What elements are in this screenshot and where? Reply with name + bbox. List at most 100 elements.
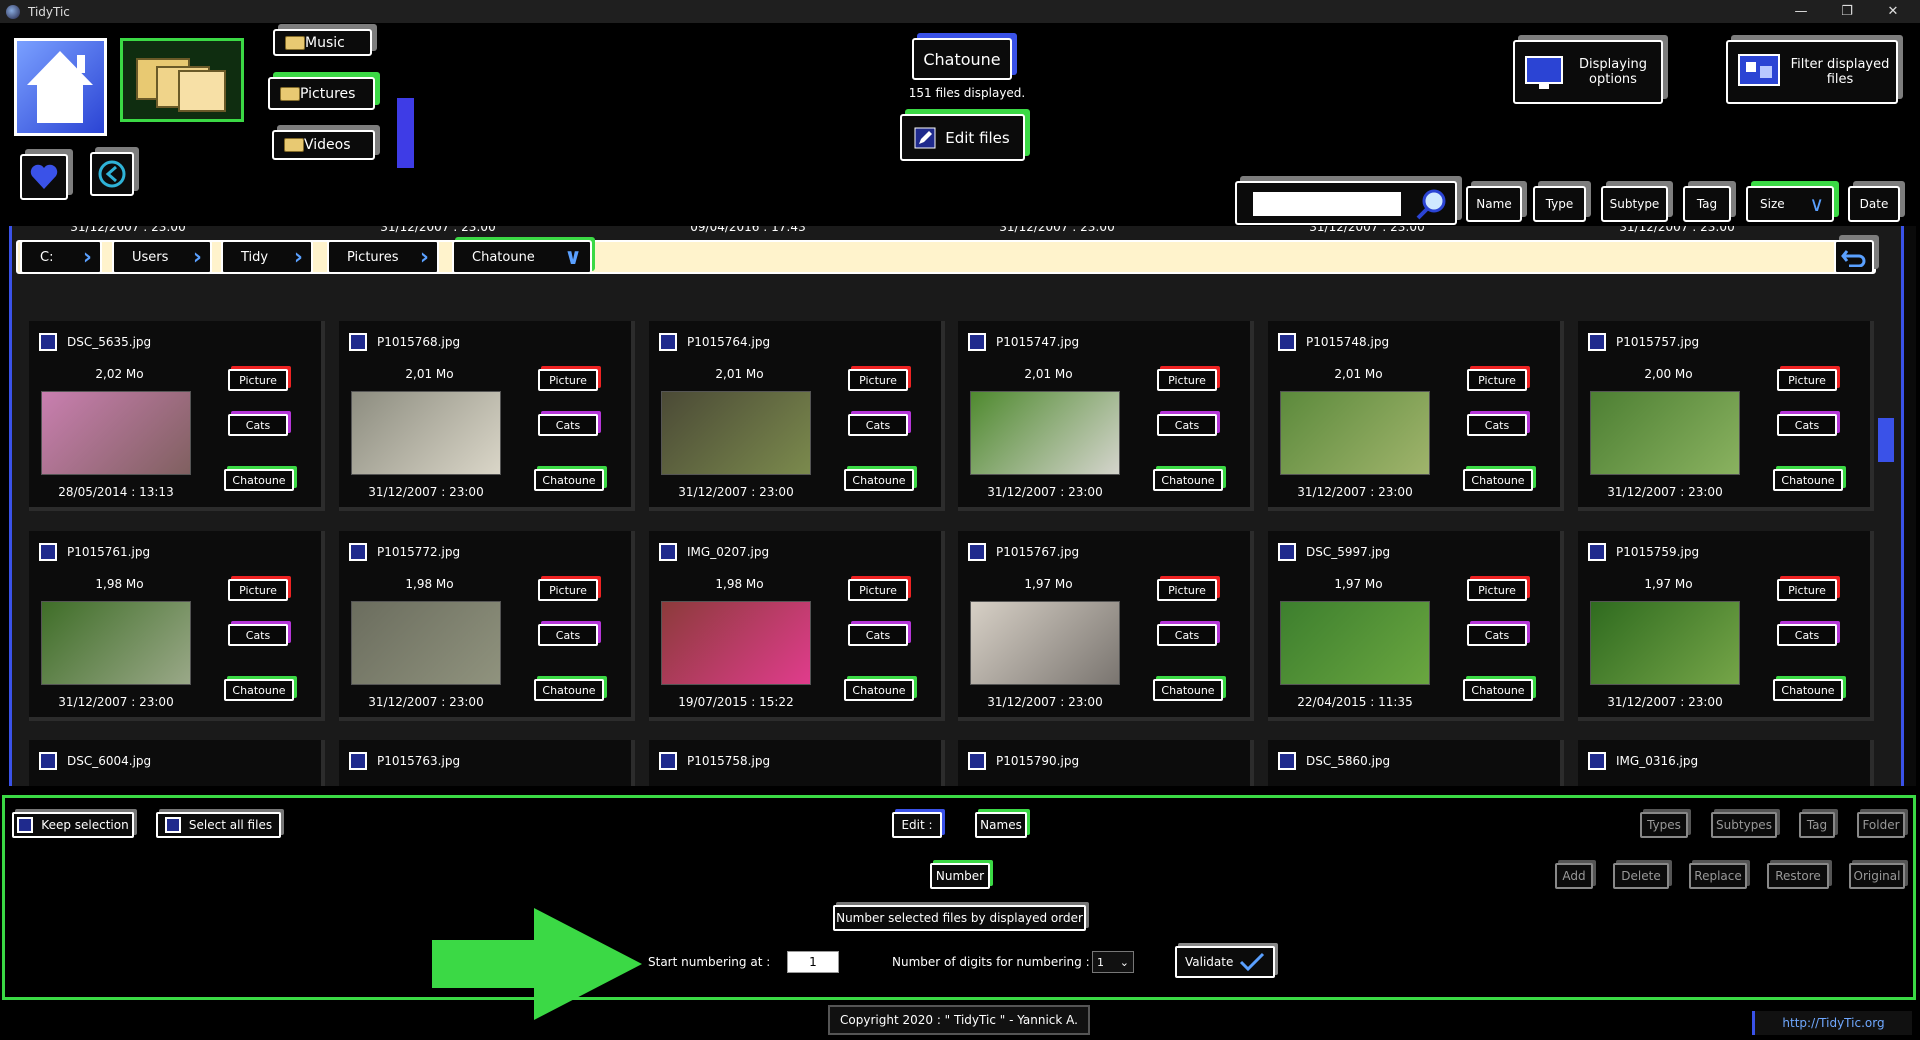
file-tile[interactable]: IMG_0207.jpg 1,98 Mo 19/07/2015 : 15:22 Pic…: [649, 531, 945, 721]
breadcrumb-item[interactable]: Chatoune ∨: [452, 240, 592, 274]
breadcrumb-item[interactable]: Tidy ›: [221, 240, 313, 274]
restore-button[interactable]: Restore: [1767, 863, 1829, 889]
file-subtype-tag[interactable]: Cats: [228, 624, 288, 646]
breadcrumb-item[interactable]: Pictures ›: [327, 240, 439, 274]
nav-music-button[interactable]: Music: [273, 29, 372, 56]
file-tile[interactable]: P1015748.jpg 2,01 Mo 31/12/2007 : 23:00 Pic…: [1268, 321, 1564, 511]
file-tile[interactable]: P1015761.jpg 1,98 Mo 31/12/2007 : 23:00 Pic…: [29, 531, 325, 721]
file-tag[interactable]: Chatoune: [1463, 679, 1533, 701]
file-tile[interactable]: P1015758.jpg: [649, 740, 945, 786]
maximize-button[interactable]: ❐: [1824, 0, 1870, 23]
original-button[interactable]: Original: [1849, 863, 1905, 889]
file-subtype-tag[interactable]: Cats: [1777, 624, 1837, 646]
back-button[interactable]: [90, 152, 134, 196]
sort-size-button[interactable]: Size ∨: [1746, 186, 1834, 222]
file-tile[interactable]: P1015757.jpg 2,00 Mo 31/12/2007 : 23:00 Pic…: [1578, 321, 1874, 511]
file-type-tag[interactable]: Picture: [538, 369, 598, 391]
edit-label-button[interactable]: Edit :: [892, 812, 942, 838]
file-tile[interactable]: P1015790.jpg: [958, 740, 1254, 786]
file-thumbnail[interactable]: [41, 391, 191, 475]
keep-selection-button[interactable]: Keep selection: [12, 812, 134, 838]
nav-pictures-button[interactable]: Pictures: [268, 77, 375, 110]
file-select-checkbox[interactable]: [659, 752, 677, 770]
file-type-tag[interactable]: Picture: [228, 579, 288, 601]
file-select-checkbox[interactable]: [349, 752, 367, 770]
sort-date-button[interactable]: Date: [1848, 186, 1900, 222]
file-tag[interactable]: Chatoune: [844, 469, 914, 491]
file-thumbnail[interactable]: [1280, 601, 1430, 685]
search-icon[interactable]: [1415, 187, 1449, 221]
file-thumbnail[interactable]: [351, 601, 501, 685]
file-thumbnail[interactable]: [661, 601, 811, 685]
file-subtype-tag[interactable]: Cats: [1467, 624, 1527, 646]
edit-tag-button[interactable]: Tag: [1799, 812, 1835, 838]
file-tag[interactable]: Chatoune: [224, 679, 294, 701]
file-thumbnail[interactable]: [1590, 601, 1740, 685]
start-numbering-input[interactable]: 1: [787, 951, 839, 973]
file-tag[interactable]: Chatoune: [1153, 469, 1223, 491]
scrollbar-track[interactable]: [1904, 226, 1916, 786]
digits-select[interactable]: 1 ⌄: [1092, 951, 1134, 973]
file-tile[interactable]: P1015767.jpg 1,97 Mo 31/12/2007 : 23:00 Pic…: [958, 531, 1254, 721]
file-select-checkbox[interactable]: [349, 543, 367, 561]
file-tile[interactable]: DSC_6004.jpg: [29, 740, 325, 786]
file-thumbnail[interactable]: [41, 601, 191, 685]
file-tile[interactable]: P1015772.jpg 1,98 Mo 31/12/2007 : 23:00 Pic…: [339, 531, 635, 721]
file-select-checkbox[interactable]: [659, 543, 677, 561]
file-subtype-tag[interactable]: Cats: [228, 414, 288, 436]
file-select-checkbox[interactable]: [1278, 752, 1296, 770]
file-tile[interactable]: DSC_5860.jpg: [1268, 740, 1564, 786]
file-tag[interactable]: Chatoune: [1773, 679, 1843, 701]
file-tag[interactable]: Chatoune: [224, 469, 294, 491]
file-select-checkbox[interactable]: [1588, 752, 1606, 770]
file-select-checkbox[interactable]: [968, 333, 986, 351]
file-type-tag[interactable]: Picture: [228, 369, 288, 391]
file-thumbnail[interactable]: [970, 391, 1120, 475]
file-tile[interactable]: IMG_0316.jpg: [1578, 740, 1874, 786]
add-button[interactable]: Add: [1555, 863, 1593, 889]
file-thumbnail[interactable]: [661, 391, 811, 475]
file-subtype-tag[interactable]: Cats: [538, 414, 598, 436]
file-type-tag[interactable]: Picture: [538, 579, 598, 601]
file-select-checkbox[interactable]: [968, 752, 986, 770]
file-tile[interactable]: DSC_5635.jpg 2,02 Mo 28/05/2014 : 13:13 Pic…: [29, 321, 325, 511]
file-subtype-tag[interactable]: Cats: [538, 624, 598, 646]
file-subtype-tag[interactable]: Cats: [1777, 414, 1837, 436]
file-select-checkbox[interactable]: [39, 333, 57, 351]
close-button[interactable]: ✕: [1870, 0, 1916, 23]
file-tag[interactable]: Chatoune: [1463, 469, 1533, 491]
folders-button[interactable]: [120, 38, 244, 122]
filter-displayed-files-button[interactable]: Filter displayed files: [1726, 40, 1898, 104]
sort-tag-button[interactable]: Tag: [1683, 186, 1731, 222]
file-subtype-tag[interactable]: Cats: [848, 414, 908, 436]
nav-videos-button[interactable]: Videos: [272, 130, 375, 160]
file-thumbnail[interactable]: [1590, 391, 1740, 475]
file-tag[interactable]: Chatoune: [534, 469, 604, 491]
file-select-checkbox[interactable]: [1278, 333, 1296, 351]
select-all-checkbox[interactable]: [164, 817, 181, 833]
path-back-button[interactable]: [1834, 240, 1874, 274]
file-subtype-tag[interactable]: Cats: [848, 624, 908, 646]
file-tag[interactable]: Chatoune: [1773, 469, 1843, 491]
number-button[interactable]: Number: [930, 863, 990, 889]
file-select-checkbox[interactable]: [39, 543, 57, 561]
file-tag[interactable]: Chatoune: [1153, 679, 1223, 701]
file-thumbnail[interactable]: [351, 391, 501, 475]
file-tag[interactable]: Chatoune: [534, 679, 604, 701]
file-select-checkbox[interactable]: [1278, 543, 1296, 561]
file-select-checkbox[interactable]: [1588, 543, 1606, 561]
file-tile[interactable]: P1015759.jpg 1,97 Mo 31/12/2007 : 23:00 Pic…: [1578, 531, 1874, 721]
minimize-button[interactable]: —: [1778, 0, 1824, 23]
home-button[interactable]: [14, 38, 107, 136]
edit-subtypes-button[interactable]: Subtypes: [1711, 812, 1777, 838]
file-tile[interactable]: P1015764.jpg 2,01 Mo 31/12/2007 : 23:00 Pic…: [649, 321, 945, 511]
website-link[interactable]: http://TidyTic.org: [1752, 1011, 1912, 1035]
edit-types-button[interactable]: Types: [1640, 812, 1688, 838]
file-tag[interactable]: Chatoune: [844, 679, 914, 701]
edit-folder-button[interactable]: Folder: [1857, 812, 1905, 838]
file-type-tag[interactable]: Picture: [1467, 579, 1527, 601]
file-type-tag[interactable]: Picture: [1777, 369, 1837, 391]
delete-button[interactable]: Delete: [1613, 863, 1669, 889]
file-type-tag[interactable]: Picture: [848, 369, 908, 391]
file-subtype-tag[interactable]: Cats: [1157, 414, 1217, 436]
